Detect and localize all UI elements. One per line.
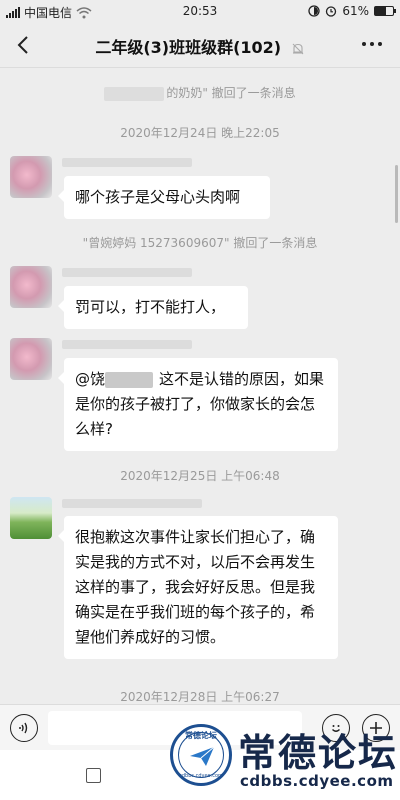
message-bubble[interactable]: 很抱歉这次事件让家长们担心了，确实是我的方式不对，以后不会再发生这样的事了，我会…: [58, 516, 338, 659]
recall-notice-text: 的奶奶" 撤回了一条消息: [166, 86, 296, 100]
avatar[interactable]: [10, 266, 52, 308]
watermark-title: 常德论坛: [238, 730, 399, 775]
watermark: 常德论坛 cdbbs.cdyee.com 常德论坛 cdbbs.cdyee.co…: [168, 716, 400, 798]
mention-prefix: @饶: [75, 370, 106, 388]
recall-notice: 的奶奶" 撤回了一条消息: [0, 84, 400, 101]
timestamp: 2020年12月25日 上午06:48: [120, 469, 280, 483]
sender-name-redacted: [62, 499, 202, 508]
battery-icon: [374, 6, 396, 16]
timestamp: 2020年12月28日 上午06:27: [120, 690, 280, 704]
message-bubble[interactable]: 哪个孩子是父母心头肉啊: [58, 176, 270, 219]
redacted-name: [104, 86, 165, 101]
sender-name-redacted: [62, 158, 192, 167]
square-icon[interactable]: [86, 768, 101, 783]
redacted-mention: [105, 371, 154, 388]
voice-icon[interactable]: [10, 714, 38, 742]
avatar[interactable]: [10, 338, 52, 380]
more-dots-icon[interactable]: [362, 42, 382, 46]
status-right: 61%: [308, 4, 396, 18]
timestamp: 2020年12月24日 晚上22:05: [120, 126, 280, 140]
message-bubble[interactable]: 罚可以，打不能打人，: [58, 286, 248, 329]
battery-fill: [375, 7, 386, 15]
watermark-url: cdbbs.cdyee.com: [240, 772, 394, 790]
alarm-icon: [326, 6, 337, 17]
battery-percent: 61%: [342, 4, 369, 18]
paper-plane-icon: [190, 746, 215, 766]
message-bubble[interactable]: @饶 这不是认错的原因，如果是你的孩子被打了，你做家长的会怎么样?: [58, 358, 338, 451]
chat-title-text: 二年级(3)班班级群(102): [95, 38, 282, 57]
chat-header: 二年级(3)班班级群(102): [0, 24, 400, 68]
avatar[interactable]: [10, 156, 52, 198]
sender-name-redacted: [62, 268, 192, 277]
logo-text: 常德论坛: [185, 731, 217, 740]
avatar[interactable]: [10, 497, 52, 539]
status-bar: 中国电信 20:53 61%: [0, 0, 400, 24]
do-not-disturb-icon: [308, 5, 320, 17]
recall-notice: "曾婉婷妈 15273609607" 撤回了一条消息: [82, 236, 318, 250]
sender-name-redacted: [62, 340, 192, 349]
scroll-indicator[interactable]: [395, 165, 398, 223]
logo-url: cdbbs.cdyee.com: [179, 773, 223, 779]
chat-title: 二年级(3)班班级群(102): [0, 34, 400, 58]
forum-logo: 常德论坛 cdbbs.cdyee.com: [170, 724, 232, 786]
bell-muted-icon: [292, 43, 304, 54]
